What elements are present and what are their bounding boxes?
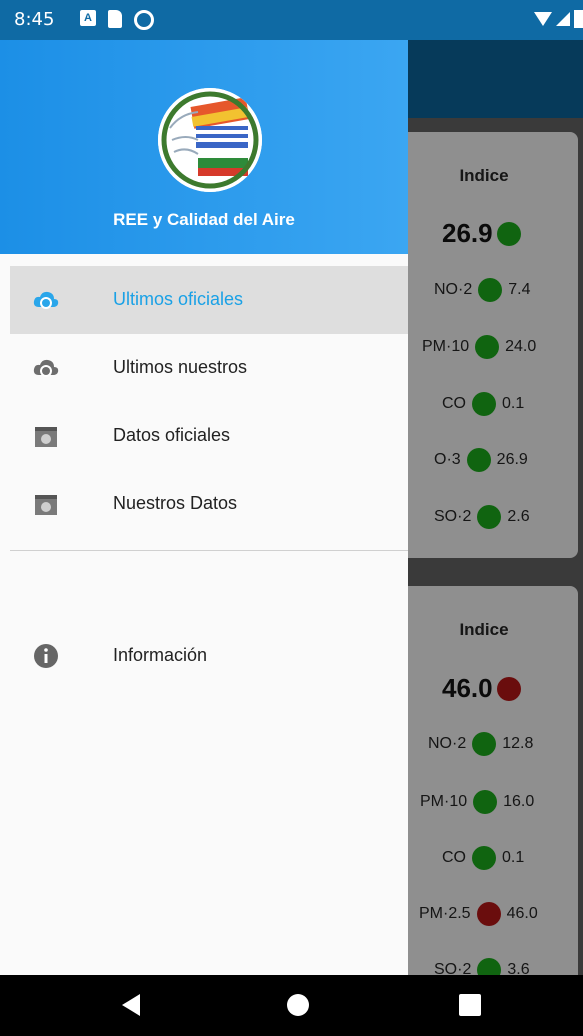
status-icons-left: A [80, 10, 154, 30]
menu-item-datos-oficiales[interactable]: Datos oficiales [10, 402, 408, 470]
drawer-header: REE y Calidad del Aire [0, 40, 408, 254]
menu-item-label: Datos oficiales [113, 425, 231, 445]
sync-icon [134, 10, 154, 30]
cloud-sync-icon [33, 291, 59, 309]
status-bar: 8:45 A [0, 0, 583, 40]
calendar-icon [35, 427, 57, 447]
system-nav-bar [0, 975, 583, 1036]
menu-item-nuestros-datos[interactable]: Nuestros Datos [10, 470, 408, 538]
menu-item-informacion[interactable]: Información [10, 622, 408, 690]
cloud-sync-icon [33, 359, 59, 377]
signal-icon [556, 12, 570, 26]
drawer-title: REE y Calidad del Aire [113, 210, 295, 229]
info-icon [34, 644, 58, 668]
menu-item-ultimos-nuestros[interactable]: Ultimos nuestros [10, 334, 408, 402]
accessibility-icon: A [80, 10, 96, 26]
wifi-icon [534, 12, 552, 26]
status-time: 8:45 [14, 9, 55, 30]
menu-divider [10, 550, 408, 551]
menu-item-ultimos-oficiales[interactable]: Ultimos oficiales [10, 266, 408, 334]
menu-item-label: Ultimos oficiales [113, 289, 244, 309]
sd-card-icon [108, 10, 122, 28]
menu-item-label: Ultimos nuestros [113, 357, 248, 377]
menu-item-label: Nuestros Datos [113, 493, 238, 513]
recents-icon[interactable] [459, 994, 481, 1016]
status-icons-right [534, 10, 583, 28]
navigation-drawer: REE y Calidad del Aire Ultimos oficiales… [0, 40, 408, 975]
back-icon[interactable] [122, 994, 140, 1016]
menu-item-label: Información [113, 645, 208, 665]
calendar-icon [35, 495, 57, 515]
app-logo [158, 88, 262, 192]
home-icon[interactable] [287, 994, 309, 1016]
battery-icon [574, 10, 583, 28]
